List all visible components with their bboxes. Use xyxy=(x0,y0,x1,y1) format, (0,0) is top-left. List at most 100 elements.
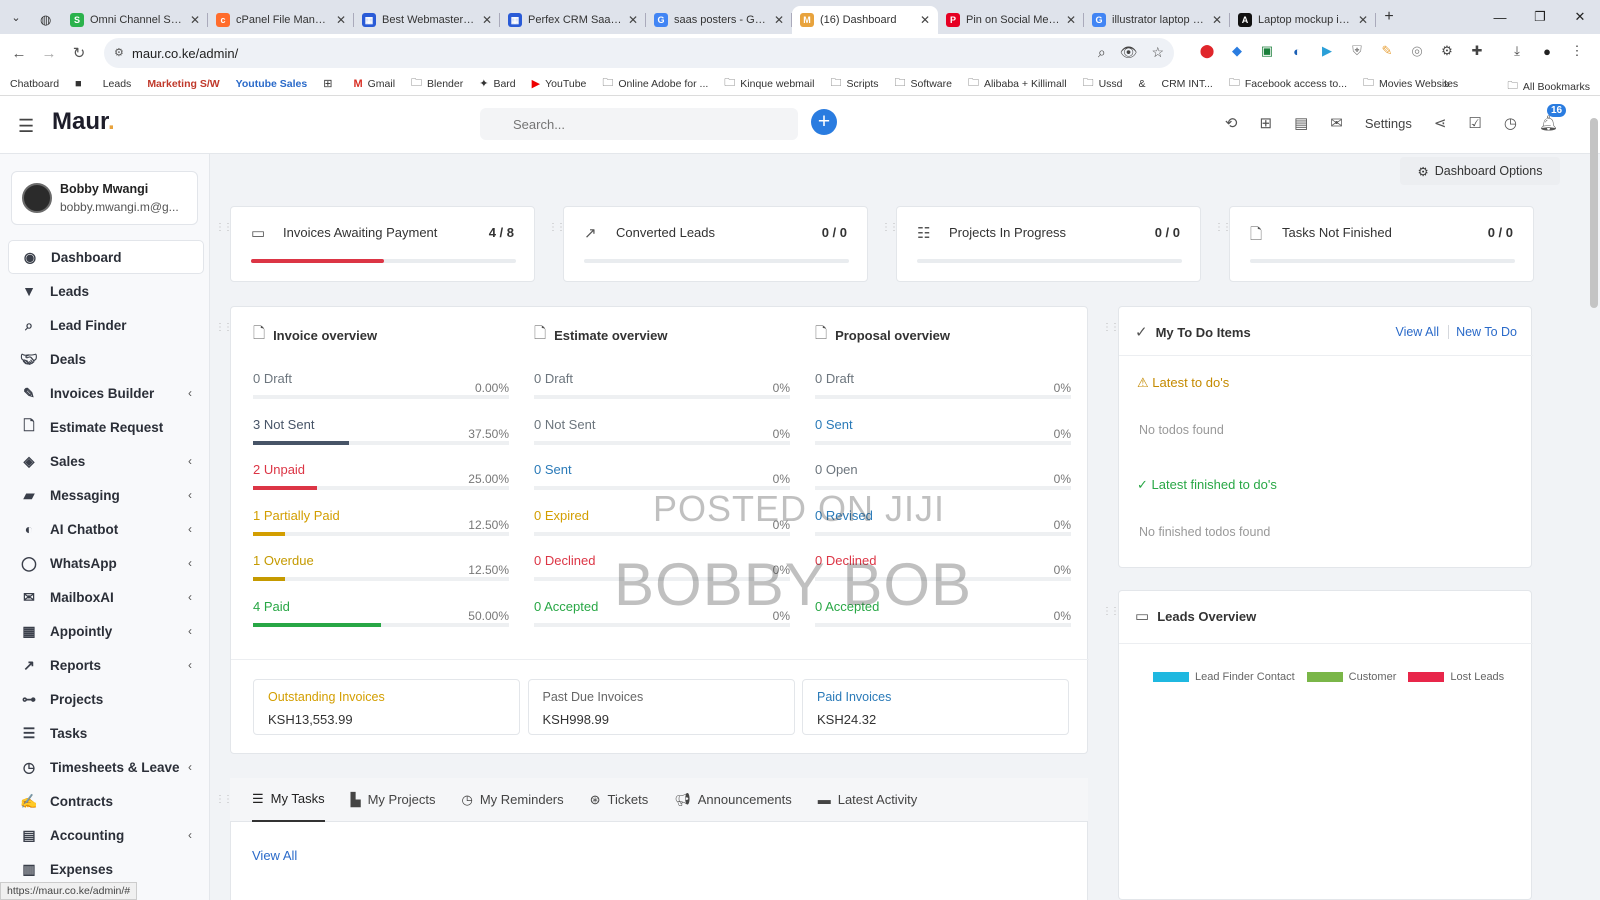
bookmark-star-icon[interactable]: ☆ xyxy=(1151,44,1164,61)
sidebar-item-ai-chatbot[interactable]: ◐ AI Chatbot ‹ xyxy=(8,512,204,546)
sidebar-item-mailboxai[interactable]: ✉ MailboxAI ‹ xyxy=(8,580,204,614)
overview-row[interactable]: 0 Declined 0% xyxy=(534,553,790,599)
overview-row[interactable]: 0 Sent 0% xyxy=(815,417,1071,463)
browser-tab[interactable]: Gsaas posters - Goog ✕ xyxy=(646,6,792,34)
sidebar-item-invoices-builder[interactable]: ✎ Invoices Builder ‹ xyxy=(8,376,204,410)
tab-search-icon[interactable]: ⌄ xyxy=(0,0,32,34)
legend-item[interactable]: Customer xyxy=(1306,671,1396,683)
bookmark-item[interactable]: 🗀 Online Adobe for ... xyxy=(602,74,708,93)
tab-my-tasks[interactable]: ☰ My Tasks xyxy=(252,778,325,822)
bookmark-item[interactable]: ▶ YouTube xyxy=(532,77,587,91)
drag-handle-icon[interactable]: ⋮⋮ xyxy=(1102,322,1120,333)
hamburger-menu-icon[interactable]: ☰ xyxy=(18,116,34,137)
invoice-summary-box[interactable]: Past Due Invoices KSH998.99 xyxy=(527,679,795,735)
bookmark-item[interactable]: ✦ Bard xyxy=(479,77,515,91)
sidebar-item-timesheets-leave[interactable]: ◷ Timesheets & Leave ‹ xyxy=(8,750,204,784)
extension-icon[interactable]: ▶ xyxy=(1316,39,1338,63)
todo-view-all-link[interactable]: View All xyxy=(1395,325,1439,339)
drag-handle-icon[interactable]: ⋮⋮ xyxy=(881,222,899,233)
stat-card[interactable]: ☷ Projects In Progress 0 / 0 xyxy=(896,206,1201,282)
sidebar-item-estimate-request[interactable]: 🗋 Estimate Request xyxy=(8,410,204,444)
drag-handle-icon[interactable]: ⋮⋮ xyxy=(1102,606,1120,617)
sidebar-item-sales[interactable]: ◈ Sales ‹ xyxy=(8,444,204,478)
bookmark-item[interactable]: CRM INT... xyxy=(1162,78,1213,90)
bookmark-item[interactable]: 🗀 Blender xyxy=(411,74,463,93)
mail-icon[interactable]: ✉ xyxy=(1330,114,1343,132)
quick-add-button[interactable]: + xyxy=(811,109,837,135)
browser-tab[interactable]: M (16) Dashboard ✕ xyxy=(792,6,938,34)
tab-pinned[interactable]: ◍ xyxy=(32,6,62,34)
url-bar[interactable]: ⚙ maur.co.ke/admin/ ⌕ 👁 ☆ xyxy=(104,38,1174,68)
notifications-bell-icon[interactable]: 🔔︎ 16 xyxy=(1539,104,1567,132)
bookmark-item[interactable]: 🗀 Kinque webmail xyxy=(724,74,814,93)
overview-row[interactable]: 4 Paid 50.00% xyxy=(253,599,509,645)
maximize-icon[interactable]: ❐ xyxy=(1520,0,1560,34)
overview-row[interactable]: 0 Open 0% xyxy=(815,462,1071,508)
close-tab-icon[interactable]: ✕ xyxy=(1066,13,1076,27)
browser-tab[interactable]: P Pin on Social Media ✕ xyxy=(938,6,1084,34)
overview-row[interactable]: 2 Unpaid 25.00% xyxy=(253,462,509,508)
close-tab-icon[interactable]: ✕ xyxy=(628,13,638,27)
history-icon[interactable]: ⟲ xyxy=(1225,114,1238,132)
sidebar-item-expenses[interactable]: ▥ Expenses xyxy=(8,852,204,886)
close-tab-icon[interactable]: ✕ xyxy=(774,13,784,27)
close-tab-icon[interactable]: ✕ xyxy=(920,13,930,27)
bookmark-item[interactable]: 🗀 Facebook access to... xyxy=(1229,74,1347,93)
browser-tab[interactable]: Gillustrator laptop mc ✕ xyxy=(1084,6,1230,34)
overview-row[interactable]: 0 Not Sent 0% xyxy=(534,417,790,463)
close-tab-icon[interactable]: ✕ xyxy=(336,13,346,27)
tab-announcements[interactable]: 📢︎ Announcements xyxy=(674,778,791,822)
browser-tab[interactable]: A Laptop mockup illus ✕ xyxy=(1230,6,1376,34)
close-tab-icon[interactable]: ✕ xyxy=(482,13,492,27)
bookmark-item[interactable]: M Gmail xyxy=(353,78,395,90)
reload-icon[interactable]: ↻ xyxy=(64,44,94,62)
close-tab-icon[interactable]: ✕ xyxy=(1212,13,1222,27)
overview-row[interactable]: 3 Not Sent 37.50% xyxy=(253,417,509,463)
extension-icon[interactable]: ✎ xyxy=(1376,39,1398,63)
share-icon[interactable]: ⋖ xyxy=(1434,114,1447,132)
new-todo-link[interactable]: New To Do xyxy=(1456,325,1517,339)
download-icon[interactable]: ⤓ xyxy=(1506,39,1528,63)
dashboard-options-button[interactable]: ⚙ Dashboard Options xyxy=(1400,157,1560,185)
tab-tickets[interactable]: ⊛ Tickets xyxy=(590,778,649,822)
extension-icon[interactable]: ▣ xyxy=(1256,39,1278,63)
extension-icon[interactable]: ◐ xyxy=(1286,39,1308,63)
sidebar-item-leads[interactable]: ▼ Leads xyxy=(8,274,204,308)
shield-icon[interactable]: ⛨ xyxy=(1346,39,1368,63)
tasks-view-all-link[interactable]: View All xyxy=(252,848,297,863)
profile-avatar-icon[interactable]: ● xyxy=(1536,39,1558,63)
legend-item[interactable]: Lost Leads xyxy=(1408,671,1504,683)
stat-card[interactable]: ↗ Converted Leads 0 / 0 xyxy=(563,206,868,282)
bookmark-item[interactable]: 🗀 Alibaba + Killimall xyxy=(968,74,1067,93)
browser-tab[interactable]: ▦ Perfex CRM SaaS Mc ✕ xyxy=(500,6,646,34)
minimize-icon[interactable]: — xyxy=(1480,0,1520,34)
search-input[interactable] xyxy=(480,108,798,140)
invoice-summary-box[interactable]: Outstanding Invoices KSH13,553.99 xyxy=(253,679,520,735)
drag-handle-icon[interactable]: ⋮⋮ xyxy=(215,794,233,805)
tab-my-reminders[interactable]: ◷ My Reminders xyxy=(462,778,564,822)
legend-item[interactable]: Lead Finder Contact xyxy=(1153,671,1295,683)
sidebar-item-reports[interactable]: ↗ Reports ‹ xyxy=(8,648,204,682)
overview-row[interactable]: 0 Draft 0% xyxy=(534,371,790,417)
bookmark-item[interactable]: ⊞ xyxy=(323,77,337,90)
drag-handle-icon[interactable]: ⋮⋮ xyxy=(548,222,566,233)
clock-icon[interactable]: ◷ xyxy=(1504,114,1517,132)
overview-row[interactable]: 0 Draft 0% xyxy=(815,371,1071,417)
bookmark-item[interactable]: ■ xyxy=(75,78,87,90)
bookmark-item[interactable]: Chatboard xyxy=(10,78,59,90)
close-tab-icon[interactable]: ✕ xyxy=(190,13,200,27)
more-bookmarks-icon[interactable]: » xyxy=(1443,77,1450,91)
overview-row[interactable]: 0 Sent 0% xyxy=(534,462,790,508)
overview-row[interactable]: 1 Partially Paid 12.50% xyxy=(253,508,509,554)
checkbox-icon[interactable]: ☑ xyxy=(1468,114,1481,132)
sidebar-item-dashboard[interactable]: ◉ Dashboard xyxy=(8,240,204,274)
sidebar-item-accounting[interactable]: ▤ Accounting ‹ xyxy=(8,818,204,852)
all-bookmarks-button[interactable]: 🗀 All Bookmarks xyxy=(1507,78,1590,96)
bookmark-item[interactable]: Youtube Sales xyxy=(236,78,308,90)
invoice-summary-box[interactable]: Paid Invoices KSH24.32 xyxy=(802,679,1069,735)
overview-row[interactable]: 1 Overdue 12.50% xyxy=(253,553,509,599)
bookmark-item[interactable]: & xyxy=(1139,78,1146,90)
extension-icon[interactable]: ◎ xyxy=(1406,39,1428,63)
new-tab-button[interactable]: + xyxy=(1376,8,1402,26)
opera-extension-icon[interactable]: ⬤ xyxy=(1196,39,1218,63)
